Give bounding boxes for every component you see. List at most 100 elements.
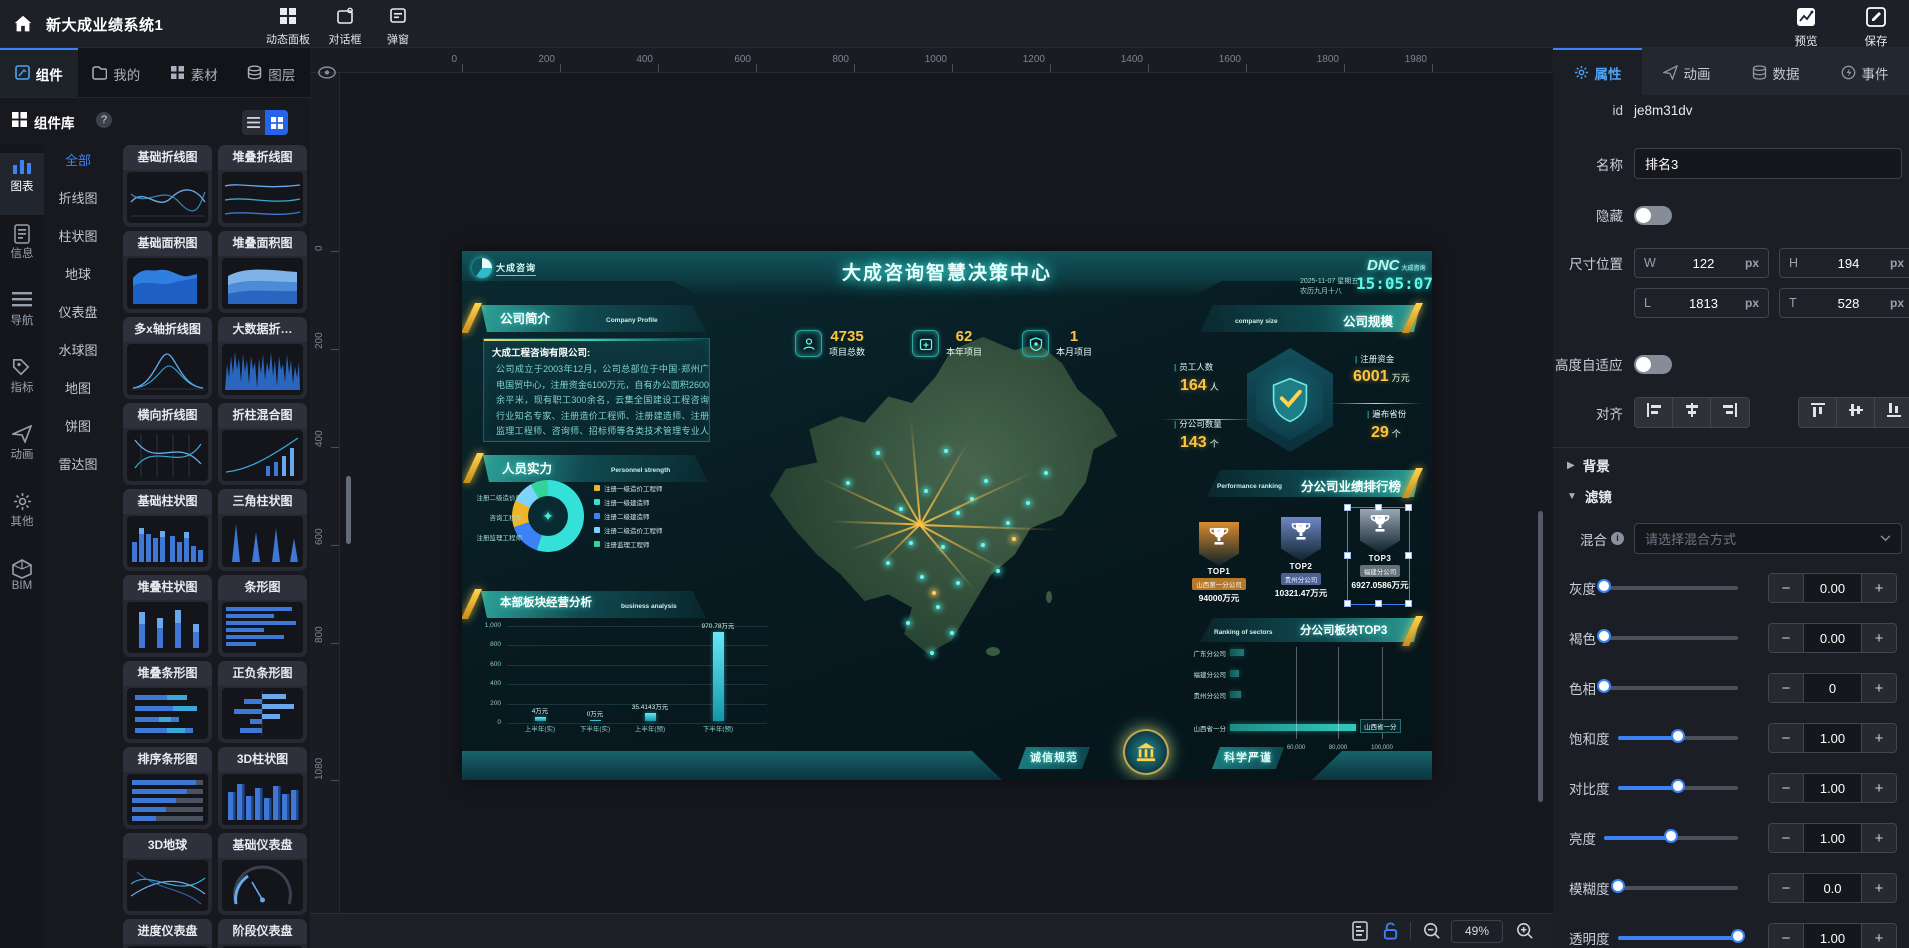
- component-card[interactable]: 堆叠条形图: [123, 661, 212, 743]
- slider-knob[interactable]: [1664, 829, 1678, 843]
- blend-select[interactable]: 请选择混合方式: [1634, 523, 1902, 554]
- category-仪表盘[interactable]: 仪表盘: [44, 298, 112, 328]
- rail-item-指标[interactable]: 指标: [0, 354, 44, 416]
- component-card[interactable]: 3D柱状图: [218, 747, 307, 829]
- home-icon[interactable]: [12, 13, 34, 35]
- slider-褐色[interactable]: [1604, 636, 1738, 640]
- hide-toggle[interactable]: [1634, 206, 1672, 225]
- increment-button[interactable]: +: [1862, 824, 1896, 852]
- decrement-button[interactable]: −: [1769, 674, 1803, 702]
- slider-透明度[interactable]: [1618, 936, 1739, 940]
- name-input[interactable]: [1634, 148, 1902, 179]
- component-card[interactable]: 堆叠折线图: [218, 145, 307, 227]
- selection-handle[interactable]: [1405, 600, 1412, 607]
- tab-animation[interactable]: 动画: [1642, 48, 1731, 95]
- rail-item-BIM[interactable]: BIM: [0, 555, 44, 617]
- category-饼图[interactable]: 饼图: [44, 412, 112, 442]
- slider-knob[interactable]: [1671, 779, 1685, 793]
- component-card[interactable]: 正负条形图: [218, 661, 307, 743]
- save-button[interactable]: 保存: [1850, 4, 1902, 49]
- component-card[interactable]: 三角柱状图: [218, 489, 307, 571]
- component-card[interactable]: 基础仪表盘: [218, 833, 307, 915]
- slider-亮度[interactable]: [1604, 836, 1738, 840]
- decrement-button[interactable]: −: [1769, 824, 1803, 852]
- component-card[interactable]: 基础面积图: [123, 231, 212, 313]
- selection-handle[interactable]: [1405, 504, 1412, 511]
- slider-饱和度[interactable]: [1618, 736, 1739, 740]
- component-card[interactable]: 基础柱状图: [123, 489, 212, 571]
- component-card[interactable]: 3D地球: [123, 833, 212, 915]
- component-card[interactable]: 折柱混合图: [218, 403, 307, 485]
- preview-button[interactable]: 预览: [1780, 4, 1832, 49]
- decrement-button[interactable]: −: [1769, 724, 1803, 752]
- artboard[interactable]: 大成咨询 大成咨询智慧决策中心 DNC大成咨询 2025-11-07 星期五农历…: [462, 251, 1432, 780]
- ranking-card-TOP2[interactable]: TOP2贵州分公司10321.47万元: [1270, 517, 1332, 599]
- component-card[interactable]: 条形图: [218, 575, 307, 657]
- component-card[interactable]: 基础折线图: [123, 145, 212, 227]
- canvas-vertical-scrollbar[interactable]: [1538, 511, 1543, 802]
- tab-properties[interactable]: 属性: [1553, 48, 1642, 95]
- decrement-button[interactable]: −: [1769, 874, 1803, 902]
- component-card[interactable]: 多x轴折线图: [123, 317, 212, 399]
- slider-knob[interactable]: [1597, 579, 1611, 593]
- outline-panel-icon[interactable]: [1352, 921, 1368, 946]
- slider-knob[interactable]: [1731, 929, 1745, 943]
- unlock-icon[interactable]: [1382, 921, 1399, 946]
- selection-handle[interactable]: [1344, 552, 1351, 559]
- category-雷达图[interactable]: 雷达图: [44, 450, 112, 480]
- slider-模糊度[interactable]: [1618, 886, 1739, 890]
- tab-data[interactable]: 数据: [1731, 48, 1820, 95]
- category-柱状图[interactable]: 柱状图: [44, 222, 112, 252]
- dim-T-input[interactable]: T528px: [1779, 288, 1909, 318]
- slider-对比度[interactable]: [1618, 786, 1739, 790]
- canvas-area[interactable]: 0200400600800100012001400160018001980 02…: [310, 48, 1553, 948]
- component-card[interactable]: 横向折线图: [123, 403, 212, 485]
- align-center-v-button[interactable]: [1837, 398, 1875, 427]
- tab-mine[interactable]: 我的: [78, 48, 156, 97]
- selection-handle[interactable]: [1375, 600, 1382, 607]
- selection-handle[interactable]: [1375, 504, 1382, 511]
- decrement-button[interactable]: −: [1769, 624, 1803, 652]
- selection-handle[interactable]: [1344, 600, 1351, 607]
- slider-色相[interactable]: [1604, 686, 1738, 690]
- left-scrollbar[interactable]: [346, 476, 351, 544]
- component-card[interactable]: 阶段仪表盘: [218, 919, 307, 948]
- align-center-h-button[interactable]: [1673, 398, 1711, 427]
- align-bottom-button[interactable]: [1875, 398, 1909, 427]
- dim-W-input[interactable]: W122px: [1634, 248, 1769, 278]
- toolbar-dialog-button[interactable]: 对话框: [316, 4, 374, 47]
- tab-components[interactable]: 组件: [0, 48, 78, 97]
- decrement-button[interactable]: −: [1769, 924, 1803, 948]
- auto-height-toggle[interactable]: [1634, 355, 1672, 374]
- component-card[interactable]: 堆叠柱状图: [123, 575, 212, 657]
- slider-灰度[interactable]: [1604, 586, 1738, 590]
- tab-events[interactable]: 事件: [1820, 48, 1909, 95]
- help-icon[interactable]: ?: [96, 112, 112, 128]
- zoom-out-icon[interactable]: [1423, 922, 1441, 945]
- zoom-in-icon[interactable]: [1516, 922, 1534, 945]
- increment-button[interactable]: +: [1862, 574, 1896, 602]
- slider-knob[interactable]: [1611, 879, 1625, 893]
- toolbar-popup-button[interactable]: 弹窗: [369, 4, 427, 47]
- component-card[interactable]: 大数据折…: [218, 317, 307, 399]
- component-card[interactable]: 进度仪表盘: [123, 919, 212, 948]
- selection-overlay[interactable]: [1347, 507, 1410, 605]
- rail-item-导航[interactable]: 导航: [0, 287, 44, 349]
- increment-button[interactable]: +: [1862, 924, 1896, 948]
- tab-layers[interactable]: 图层: [233, 48, 311, 97]
- increment-button[interactable]: +: [1862, 724, 1896, 752]
- background-section-header[interactable]: ▶ 背景: [1567, 455, 1610, 475]
- increment-button[interactable]: +: [1862, 674, 1896, 702]
- selection-handle[interactable]: [1344, 504, 1351, 511]
- tab-assets[interactable]: 素材: [155, 48, 233, 97]
- zoom-level[interactable]: 49%: [1451, 920, 1503, 943]
- decrement-button[interactable]: −: [1769, 574, 1803, 602]
- increment-button[interactable]: +: [1862, 874, 1896, 902]
- category-地球[interactable]: 地球: [44, 260, 112, 290]
- component-card[interactable]: 堆叠面积图: [218, 231, 307, 313]
- toolbar-dynamic-panel-button[interactable]: 动态面板: [259, 4, 317, 47]
- align-top-button[interactable]: [1799, 398, 1837, 427]
- slider-knob[interactable]: [1597, 629, 1611, 643]
- increment-button[interactable]: +: [1862, 624, 1896, 652]
- dim-L-input[interactable]: L1813px: [1634, 288, 1769, 318]
